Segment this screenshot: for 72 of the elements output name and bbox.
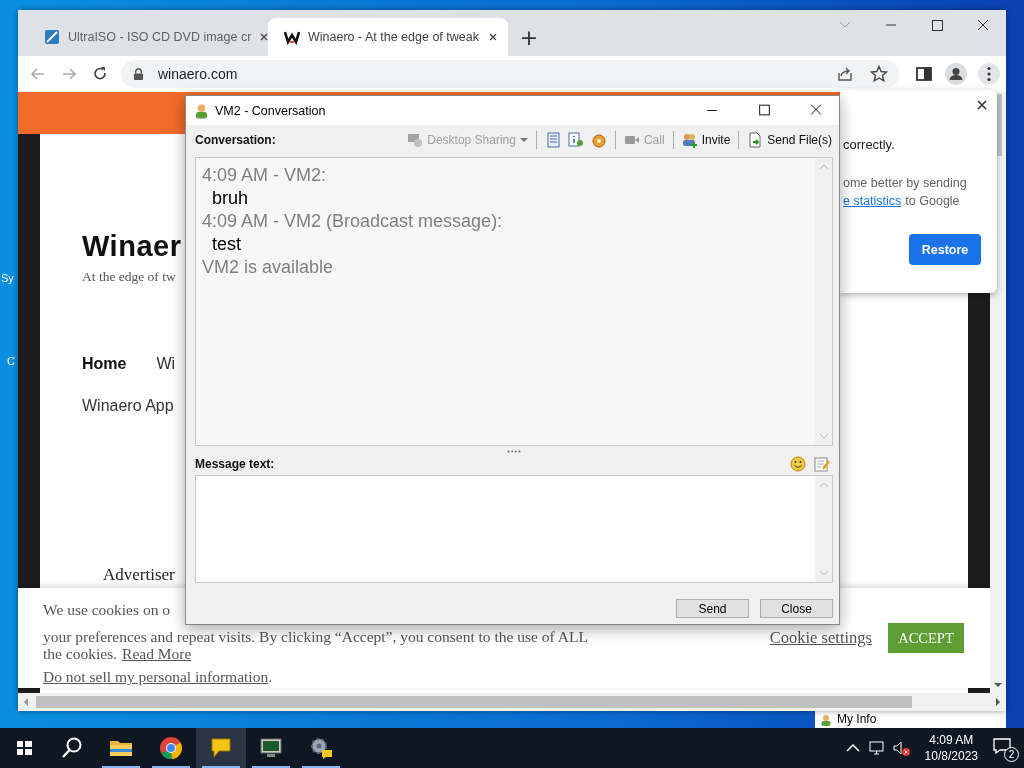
desktop-icon-label[interactable]: C (7, 355, 15, 367)
monitor-share-icon (407, 132, 424, 148)
cookie-notice-text: We use cookies on o (43, 601, 171, 618)
close-icon[interactable] (976, 99, 988, 111)
network-icon[interactable] (866, 738, 887, 758)
browser-logo-icon (159, 736, 183, 760)
site-tagline: At the edge of tw (82, 269, 176, 285)
period-text: . (268, 668, 273, 685)
nav-link[interactable]: Wi (156, 355, 176, 373)
statistics-link[interactable]: e statistics (843, 194, 902, 208)
side-panel-icon[interactable] (914, 64, 934, 84)
message-text: bruh (212, 187, 249, 210)
cookie-notice-text: your preferences and repeat visits. By clicking “Accept”, you consent to the use of ALL (43, 628, 588, 645)
gear-chat-icon (309, 736, 333, 760)
clock-time: 4:09 AM (929, 732, 974, 748)
cookie-notice-text: the cookies. (43, 645, 118, 662)
lock-icon (133, 67, 144, 81)
status-message: VM2 is available (202, 256, 334, 279)
scroll-right-icon[interactable] (994, 697, 1002, 707)
info-person-icon[interactable] (567, 132, 584, 148)
popup-text: to Google (905, 194, 960, 208)
advertisement-label: Advertiser (103, 565, 175, 585)
popup-text: ome better by sending (843, 176, 967, 190)
speech-bubble-icon (992, 736, 1012, 756)
notification-center-button[interactable]: 2 (992, 736, 1016, 760)
monitor-icon (259, 736, 283, 760)
cookie-settings-link[interactable]: Cookie settings (769, 628, 872, 648)
clock[interactable]: 4:09 AM 10/8/2023 (924, 732, 978, 764)
person-icon (194, 102, 209, 119)
site-title[interactable]: Winaer (82, 230, 182, 263)
message-input-field[interactable] (195, 475, 833, 583)
gear-icon[interactable] (590, 132, 607, 148)
notification-count-badge: 2 (1004, 747, 1019, 762)
profile-icon[interactable] (945, 63, 967, 85)
my-info-label[interactable]: My Info (837, 712, 877, 726)
desktop-icon-label[interactable]: Sy (1, 272, 14, 284)
close-icon[interactable] (259, 32, 270, 42)
people-plus-icon (681, 132, 698, 148)
document-arrow-icon (747, 132, 764, 148)
message-header: 4:09 AM - VM2: (202, 164, 327, 187)
browser-tab[interactable]: UltraISO - ISO CD DVD image cr (28, 18, 268, 56)
person-icon (820, 714, 832, 726)
popup-text: correctly. (843, 137, 895, 152)
scroll-down-icon[interactable] (993, 681, 1003, 689)
message-text-label: Message text: (195, 457, 275, 471)
caret-icon (519, 137, 528, 143)
w-logo-icon (284, 29, 300, 45)
menu-icon[interactable] (978, 63, 1000, 85)
browser-tab[interactable]: Winaero - At the edge of tweak (268, 18, 508, 56)
window-title: VM2 - Conversation (215, 103, 326, 118)
clock-date: 10/8/2023 (924, 748, 978, 764)
message-text: test (212, 233, 241, 256)
smiley-icon[interactable] (790, 456, 806, 472)
toolbar-button[interactable]: Invite (680, 130, 732, 150)
star-icon[interactable] (869, 64, 889, 84)
horizontal-scrollbar[interactable] (18, 693, 1006, 711)
toolbar-button[interactable]: Send File(s) (746, 130, 833, 150)
address-bar[interactable]: winaero.com (121, 60, 899, 88)
taskbar-app-button[interactable] (196, 728, 246, 768)
splitter-grip-icon[interactable] (507, 449, 521, 453)
nav-link[interactable]: Winaero App (82, 397, 174, 415)
read-more-link[interactable]: Read More (122, 645, 192, 662)
close-button[interactable]: Close (760, 599, 833, 618)
conversation-label: Conversation: (195, 133, 276, 147)
restore-button[interactable]: Restore (909, 234, 981, 265)
speech-bubble-icon (209, 736, 233, 760)
nav-link[interactable]: Home (82, 355, 127, 373)
message-header: 4:09 AM - VM2 (Broadcast message): (202, 210, 503, 233)
close-icon[interactable] (488, 32, 498, 42)
send-button[interactable]: Send (676, 599, 749, 618)
disc-logo-icon (44, 29, 60, 45)
new-tab-button[interactable]: + (512, 18, 546, 56)
